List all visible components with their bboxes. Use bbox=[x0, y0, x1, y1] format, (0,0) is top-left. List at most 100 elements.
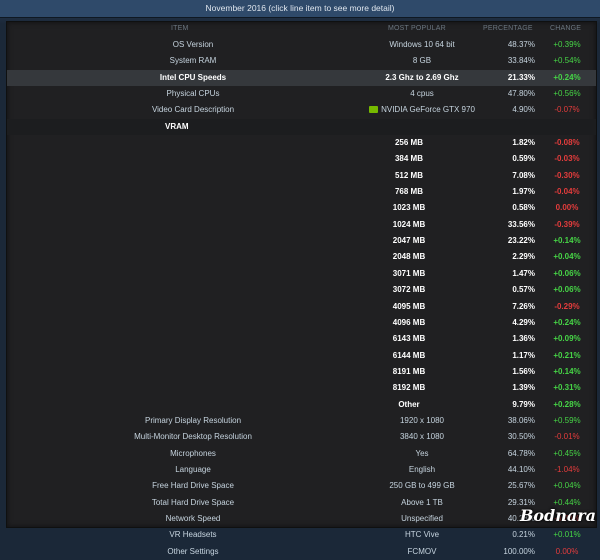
survey-row[interactable]: Primary Display Resolution 1920 x 1080 38.… bbox=[7, 413, 596, 429]
row-change: +0.59% bbox=[553, 415, 581, 425]
vram-change: -0.08% bbox=[554, 138, 580, 148]
vram-change: +0.04% bbox=[553, 252, 581, 262]
vram-row[interactable]: 2047 MB 23.22% +0.14% bbox=[7, 233, 596, 249]
row-item-label: Free Hard Drive Space bbox=[152, 481, 234, 491]
survey-table-panel: ITEM MOST POPULAR PERCENTAGE CHANGE OS V… bbox=[6, 21, 597, 556]
vram-percentage: 2.29% bbox=[512, 252, 535, 262]
vram-change: -0.30% bbox=[554, 170, 580, 180]
survey-row[interactable]: Intel CPU Speeds 2.3 Ghz to 2.69 Ghz 21.33… bbox=[7, 69, 596, 87]
row-most-popular-text: 4 cpus bbox=[410, 89, 434, 99]
vram-row[interactable]: 3071 MB 1.47% +0.06% bbox=[7, 266, 596, 282]
vram-percentage: 4.29% bbox=[512, 317, 535, 327]
survey-row[interactable]: OS Version Windows 10 64 bit 48.37% +0.39% bbox=[7, 37, 596, 53]
vram-row[interactable]: 2048 MB 2.29% +0.04% bbox=[7, 249, 596, 265]
survey-row-vram-header[interactable]: VRAM bbox=[7, 118, 596, 136]
vram-change: +0.14% bbox=[553, 236, 581, 246]
survey-row[interactable]: System RAM 8 GB 33.84% +0.54% bbox=[7, 53, 596, 69]
steam-hardware-survey-window: November 2016 (click line item to see mo… bbox=[0, 0, 600, 556]
row-most-popular-text: 3840 x 1080 bbox=[399, 432, 445, 442]
row-change: +0.56% bbox=[553, 89, 581, 99]
vram-size: 2047 MB bbox=[392, 236, 426, 246]
survey-row[interactable]: Other Settings FCMOV 100.00% 0.00% bbox=[7, 544, 596, 560]
vram-percentage: 1.39% bbox=[512, 383, 535, 393]
survey-row[interactable]: Multi-Monitor Desktop Resolution 3840 x 1… bbox=[7, 429, 596, 445]
vram-row[interactable]: 384 MB 0.59% -0.03% bbox=[7, 151, 596, 167]
row-change: +0.54% bbox=[553, 56, 581, 66]
vram-row[interactable]: Other 9.79% +0.28% bbox=[7, 397, 596, 413]
row-most-popular: 3840 x 1080 bbox=[337, 429, 507, 445]
vram-size: 4096 MB bbox=[392, 317, 426, 327]
vram-percentage: 9.79% bbox=[512, 399, 535, 409]
row-item-label: Multi-Monitor Desktop Resolution bbox=[134, 432, 252, 442]
survey-row[interactable]: Free Hard Drive Space 250 GB to 499 GB 25.… bbox=[7, 478, 596, 494]
row-most-popular: HTC Vive bbox=[337, 527, 507, 543]
row-percentage: 4.90% bbox=[512, 105, 535, 115]
vram-size: 384 MB bbox=[394, 154, 423, 164]
row-percentage: 64.78% bbox=[507, 448, 535, 458]
vram-row[interactable]: 1023 MB 0.58% 0.00% bbox=[7, 200, 596, 216]
vram-percentage: 1.56% bbox=[512, 366, 535, 376]
row-item-label: Intel CPU Speeds bbox=[159, 72, 227, 82]
row-most-popular-text: 1920 x 1080 bbox=[399, 415, 445, 425]
vram-section-label: VRAM bbox=[165, 121, 189, 131]
row-most-popular-text: FCMOV bbox=[407, 546, 437, 556]
row-change: -1.04% bbox=[554, 464, 580, 474]
row-most-popular-text: 250 GB to 499 GB bbox=[389, 481, 455, 491]
row-item-label: System RAM bbox=[169, 56, 217, 66]
row-change: -0.01% bbox=[554, 432, 580, 442]
survey-row[interactable]: Network Speed Unspecified 40.23% -0.73% bbox=[7, 511, 596, 527]
vram-change: +0.06% bbox=[553, 285, 581, 295]
vram-row[interactable]: 4095 MB 7.26% -0.29% bbox=[7, 299, 596, 315]
survey-row[interactable]: Microphones Yes 64.78% +0.45% bbox=[7, 446, 596, 462]
survey-row[interactable]: Physical CPUs 4 cpus 47.80% +0.56% bbox=[7, 86, 596, 102]
row-most-popular-text: Above 1 TB bbox=[401, 497, 443, 507]
vram-size: Other bbox=[398, 399, 420, 409]
vram-percentage: 1.47% bbox=[512, 268, 535, 278]
survey-row[interactable]: Total Hard Drive Space Above 1 TB 29.31% +0… bbox=[7, 495, 596, 511]
row-percentage: 21.33% bbox=[507, 72, 535, 82]
vram-row[interactable]: 6144 MB 1.17% +0.21% bbox=[7, 348, 596, 364]
vram-row[interactable]: 768 MB 1.97% -0.04% bbox=[7, 184, 596, 200]
vram-size: 1024 MB bbox=[392, 219, 426, 229]
vram-percentage: 33.56% bbox=[507, 219, 535, 229]
row-item-label: Physical CPUs bbox=[166, 89, 220, 99]
vram-row[interactable]: 6143 MB 1.36% +0.09% bbox=[7, 331, 596, 347]
row-most-popular: NVIDIA GeForce GTX 970 bbox=[337, 102, 507, 118]
survey-row[interactable]: Video Card Description NVIDIA GeForce GTX… bbox=[7, 102, 596, 118]
vram-row[interactable]: 8192 MB 1.39% +0.31% bbox=[7, 380, 596, 396]
vram-change: +0.21% bbox=[553, 350, 581, 360]
vram-row[interactable]: 1024 MB 33.56% -0.39% bbox=[7, 217, 596, 233]
col-header-percentage: PERCENTAGE bbox=[483, 25, 533, 32]
nvidia-icon bbox=[369, 106, 379, 114]
vram-size: 512 MB bbox=[394, 170, 423, 180]
row-item-label: Other Settings bbox=[167, 546, 219, 556]
vram-row[interactable]: 4096 MB 4.29% +0.24% bbox=[7, 315, 596, 331]
vram-row[interactable]: 8191 MB 1.56% +0.14% bbox=[7, 364, 596, 380]
vram-percentage: 1.82% bbox=[512, 138, 535, 148]
row-most-popular: English bbox=[337, 462, 507, 478]
survey-rows: OS Version Windows 10 64 bit 48.37% +0.39% S… bbox=[7, 37, 596, 560]
row-most-popular-text: 2.3 Ghz to 2.69 Ghz bbox=[385, 72, 459, 82]
vram-row[interactable]: 3072 MB 0.57% +0.06% bbox=[7, 282, 596, 298]
row-change: +0.01% bbox=[553, 530, 581, 540]
col-header-change: CHANGE bbox=[550, 25, 582, 32]
vram-percentage: 1.17% bbox=[512, 350, 535, 360]
row-percentage: 0.21% bbox=[512, 530, 535, 540]
vram-change: +0.28% bbox=[553, 399, 581, 409]
row-change: +0.04% bbox=[553, 481, 581, 491]
vram-size: 256 MB bbox=[394, 138, 423, 148]
vram-percentage: 1.97% bbox=[512, 187, 535, 197]
row-percentage: 48.37% bbox=[507, 40, 535, 49]
row-percentage: 30.50% bbox=[507, 432, 535, 442]
survey-row[interactable]: Language English 44.10% -1.04% bbox=[7, 462, 596, 478]
vram-percentage: 1.36% bbox=[512, 334, 535, 344]
row-item-label: Primary Display Resolution bbox=[144, 415, 242, 425]
vram-change: +0.31% bbox=[553, 383, 581, 393]
vram-size: 8191 MB bbox=[392, 366, 426, 376]
vram-size: 6144 MB bbox=[392, 350, 426, 360]
row-percentage: 47.80% bbox=[507, 89, 535, 99]
vram-size: 6143 MB bbox=[392, 334, 426, 344]
survey-row[interactable]: VR Headsets HTC Vive 0.21% +0.01% bbox=[7, 527, 596, 543]
vram-row[interactable]: 256 MB 1.82% -0.08% bbox=[7, 135, 596, 151]
vram-row[interactable]: 512 MB 7.08% -0.30% bbox=[7, 168, 596, 184]
